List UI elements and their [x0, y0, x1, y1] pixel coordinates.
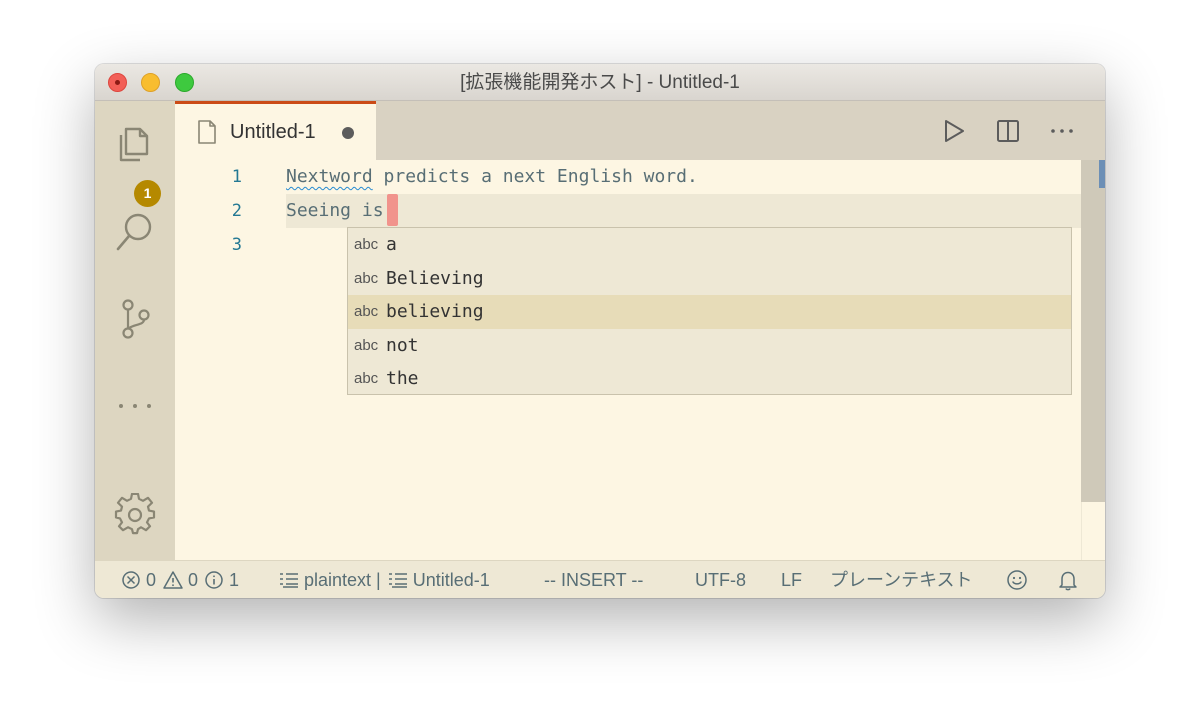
editor-line-1[interactable]: 1 Nextword predicts a next English word. — [175, 160, 1081, 194]
line-number: 1 — [231, 167, 242, 187]
search-icon — [116, 213, 152, 251]
window-title: [拡張機能開発ホスト] - Untitled-1 — [460, 72, 740, 93]
encoding-status[interactable]: UTF-8 — [695, 561, 746, 598]
suggestion-item[interactable]: abc a — [348, 228, 1071, 262]
line-number: 3 — [231, 235, 242, 255]
suggestion-label: not — [386, 334, 419, 356]
bell-icon — [1059, 571, 1077, 591]
split-editor-icon — [997, 120, 1019, 142]
file-icon — [198, 120, 216, 144]
line-content[interactable]: Seeing is — [286, 194, 384, 228]
editor-line-2[interactable]: 2 Seeing is — [175, 194, 1081, 228]
notifications-button[interactable] — [1057, 561, 1079, 598]
activity-bar: 1 — [95, 101, 175, 560]
line-content[interactable]: Nextword predicts a next English word. — [286, 160, 698, 194]
run-button[interactable] — [939, 116, 969, 146]
text-cursor — [387, 194, 398, 226]
suggestion-label: Believing — [386, 267, 484, 289]
eol-status[interactable]: LF — [781, 561, 802, 598]
overview-ruler-marker — [1099, 160, 1105, 188]
line-content-rest: predicts a next English word. — [372, 166, 698, 187]
suggestion-item[interactable]: abc Believing — [348, 262, 1071, 296]
warning-icon — [163, 571, 183, 589]
activity-manage[interactable] — [110, 490, 160, 540]
language-mode-label: plaintext | — [304, 570, 386, 590]
vim-mode-status: -- INSERT -- — [544, 570, 644, 590]
vscode-window: [拡張機能開発ホスト] - Untitled-1 1 Untitled-1 1 … — [95, 64, 1105, 598]
feedback-button[interactable] — [1006, 561, 1028, 598]
git-branch-icon — [122, 299, 150, 339]
language-status[interactable]: プレーンテキスト — [830, 561, 973, 598]
suggestion-label: the — [386, 368, 419, 389]
text-kind-icon: abc — [354, 370, 379, 387]
text-kind-icon: abc — [354, 303, 379, 320]
status-bar: 0 0 1 plaintext | Untitled-1 -- INSERT -… — [95, 560, 1105, 598]
spelling-squiggle[interactable]: Nextword — [286, 166, 373, 187]
run-icon — [945, 120, 964, 142]
activity-more[interactable] — [110, 381, 160, 431]
text-kind-icon: abc — [354, 269, 379, 287]
unsaved-dot-icon[interactable] — [342, 127, 354, 139]
suggest-widget: abc a abc Believing abc believing abc no… — [347, 227, 1072, 395]
suggestion-item-selected[interactable]: abc believing — [348, 295, 1071, 329]
text-kind-icon: abc — [354, 336, 379, 354]
list-icon — [280, 573, 298, 588]
activity-source-control[interactable] — [110, 294, 160, 344]
files-icon — [119, 127, 149, 162]
error-count: 0 — [146, 570, 157, 590]
tab-label: Untitled-1 — [230, 121, 316, 143]
tab-untitled-1[interactable]: Untitled-1 — [175, 101, 376, 160]
split-editor-button[interactable] — [993, 116, 1023, 146]
info-icon — [205, 571, 223, 589]
error-icon — [122, 571, 140, 589]
text-kind-icon: abc — [354, 236, 379, 253]
language-mode-status[interactable]: plaintext | Untitled-1 — [279, 561, 490, 598]
editor-tab-bar: Untitled-1 — [175, 101, 1105, 160]
suggestion-label: a — [386, 234, 397, 255]
more-actions-button[interactable] — [1047, 116, 1077, 146]
info-count: 1 — [229, 570, 240, 590]
activity-search[interactable] — [110, 206, 160, 256]
explorer-badge: 1 — [134, 180, 161, 207]
title-bar: [拡張機能開発ホスト] - Untitled-1 — [95, 64, 1105, 101]
suggestion-item[interactable]: abc the — [348, 362, 1071, 396]
more-horizontal-icon — [119, 404, 151, 408]
file-name-label: Untitled-1 — [412, 570, 490, 590]
more-actions-icon — [1051, 129, 1073, 133]
activity-explorer[interactable] — [110, 118, 160, 168]
list-icon — [388, 573, 407, 588]
gear-icon — [114, 493, 156, 535]
suggestion-item[interactable]: abc not — [348, 329, 1071, 363]
vertical-scrollbar-thumb[interactable] — [1081, 160, 1105, 502]
line-number: 2 — [231, 201, 242, 221]
warning-count: 0 — [188, 570, 199, 590]
problems-status[interactable]: 0 0 1 — [121, 561, 239, 598]
suggestion-label: believing — [386, 301, 484, 322]
smiley-icon — [1007, 570, 1027, 590]
